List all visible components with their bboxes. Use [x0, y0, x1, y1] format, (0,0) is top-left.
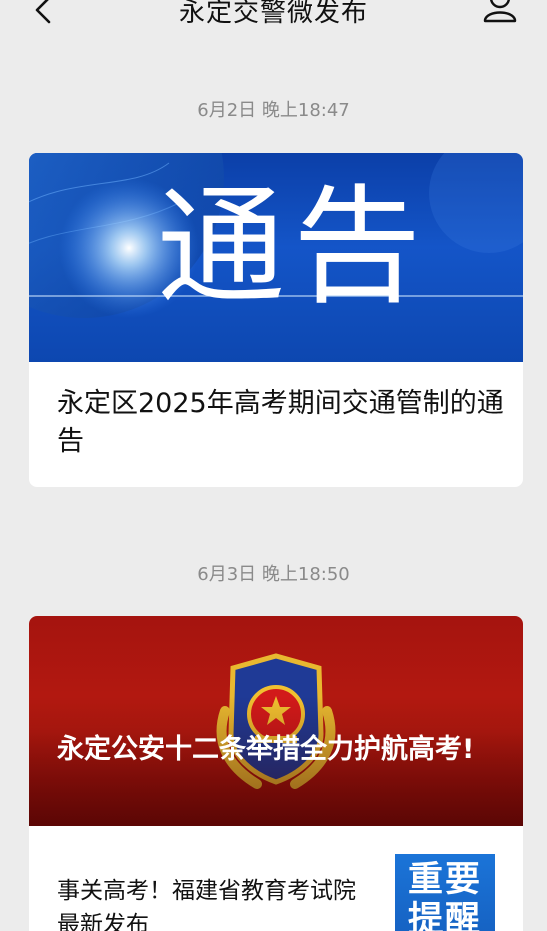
article-cover-image: 通告	[29, 153, 523, 362]
message-timestamp: 6月3日 晚上18:50	[197, 564, 350, 585]
article-title[interactable]: 永定区2025年高考期间交通管制的通告	[57, 385, 507, 461]
article-title[interactable]: 永定公安十二条举措全力护航高考!	[57, 731, 507, 769]
list-item[interactable]: 事关高考！福建省教育考试院最新发布 重要提醒	[29, 826, 523, 931]
article-card[interactable]: 永定公安十二条举措全力护航高考! 事关高考！福建省教育考试院最新发布 重要提醒	[29, 616, 523, 931]
article-card[interactable]: 通告 永定区2025年高考期间交通管制的通告	[29, 153, 523, 487]
sub-article-title[interactable]: 事关高考！福建省教育考试院最新发布	[57, 874, 375, 931]
person-icon	[483, 0, 517, 23]
cover-title-text: 通告	[157, 173, 430, 322]
message-timestamp: 6月2日 晚上18:47	[197, 100, 350, 121]
sub-article-thumbnail[interactable]: 重要提醒	[395, 854, 495, 931]
article-cover-image[interactable]: 永定公安十二条举措全力护航高考!	[29, 616, 523, 826]
top-navbar: 永定交警微发布	[0, 0, 547, 30]
profile-button[interactable]	[480, 0, 520, 28]
page-title: 永定交警微发布	[178, 0, 368, 28]
